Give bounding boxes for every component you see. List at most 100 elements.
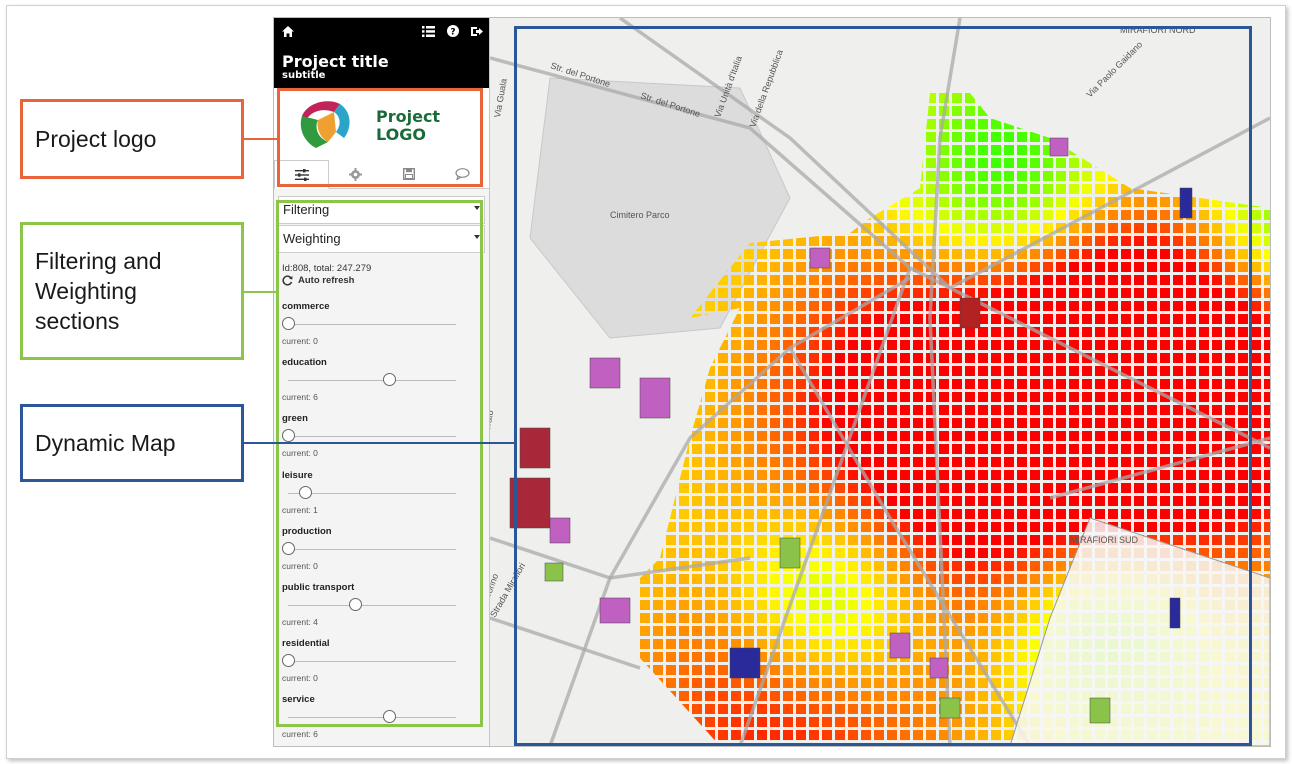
heatmap-cell	[1108, 379, 1118, 389]
heatmap-cell	[1082, 431, 1092, 441]
tab-settings[interactable]	[329, 160, 382, 188]
heatmap-cell	[718, 483, 728, 493]
heatmap-cell	[1056, 470, 1066, 480]
help-icon[interactable]: ?	[447, 24, 459, 42]
heatmap-cell	[965, 418, 975, 428]
heatmap-cell	[718, 535, 728, 545]
heatmap-cell	[1082, 262, 1092, 272]
map-building	[779, 537, 801, 569]
heatmap-cell	[848, 236, 858, 246]
logout-icon[interactable]	[471, 24, 483, 42]
list-icon[interactable]	[422, 24, 435, 42]
heatmap-cell	[1095, 119, 1105, 129]
heatmap-cell	[653, 691, 663, 701]
heatmap-cell	[679, 366, 689, 376]
heatmap-cell	[796, 288, 806, 298]
heatmap-cell	[1173, 470, 1183, 480]
tab-comments[interactable]	[436, 160, 489, 188]
heatmap-cell	[952, 236, 962, 246]
slider-thumb[interactable]	[382, 373, 396, 387]
heatmap-cell	[1199, 171, 1209, 181]
heatmap-cell	[1108, 392, 1118, 402]
weighting-section-header[interactable]: Weighting	[278, 225, 485, 253]
tab-filters[interactable]	[274, 160, 330, 189]
heatmap-cell	[991, 418, 1001, 428]
slider-track[interactable]	[288, 548, 456, 550]
heatmap-cell	[809, 483, 819, 493]
heatmap-cell	[1147, 496, 1157, 506]
heatmap-cell	[796, 626, 806, 636]
heatmap-cell	[1121, 431, 1131, 441]
heatmap-cell	[1173, 535, 1183, 545]
slider-track[interactable]	[288, 661, 456, 663]
heatmap-cell	[1173, 93, 1183, 103]
slider-track[interactable]	[288, 436, 456, 438]
home-icon[interactable]	[282, 24, 294, 42]
heatmap-cell	[874, 717, 884, 727]
slider-thumb[interactable]	[282, 654, 295, 668]
heatmap-cell	[783, 678, 793, 688]
heatmap-cell	[952, 730, 962, 740]
heatmap-cell	[1212, 132, 1222, 142]
slider-thumb[interactable]	[282, 317, 295, 330]
heatmap-cell	[1264, 197, 1270, 207]
slider-track[interactable]	[288, 717, 456, 719]
slider-track[interactable]	[288, 605, 456, 606]
slider-thumb[interactable]	[298, 485, 312, 499]
heatmap-cell	[705, 535, 715, 545]
heatmap-cell	[1004, 340, 1014, 350]
heatmap-cell	[757, 639, 767, 649]
heatmap-cell	[978, 717, 988, 727]
heatmap-cell	[835, 223, 845, 233]
heatmap-cell	[835, 301, 845, 311]
tab-save[interactable]	[383, 160, 436, 188]
heatmap-cell	[1069, 197, 1079, 207]
heatmap-cell	[1030, 613, 1040, 623]
heatmap-cell	[1069, 392, 1079, 402]
slider-thumb[interactable]	[349, 598, 363, 611]
slider-thumb[interactable]	[282, 429, 295, 443]
slider-track[interactable]	[288, 324, 456, 325]
heatmap-cell	[991, 145, 1001, 155]
heatmap-cell	[1199, 509, 1209, 519]
heatmap-cell	[900, 301, 910, 311]
heatmap-cell	[1134, 145, 1144, 155]
heatmap-cell	[1056, 431, 1066, 441]
heatmap-cell	[718, 457, 728, 467]
heatmap-cell	[822, 717, 832, 727]
heatmap-cell	[1225, 210, 1235, 220]
filtering-section-header[interactable]: Filtering	[278, 196, 485, 224]
heatmap-cell	[1134, 509, 1144, 519]
heatmap-cell	[1238, 249, 1248, 259]
heatmap-cell	[887, 106, 897, 116]
heatmap-cell	[1212, 171, 1222, 181]
heatmap-cell	[822, 145, 832, 155]
heatmap-cell	[1186, 353, 1196, 363]
heatmap-cell	[822, 626, 832, 636]
heatmap-cell	[1160, 509, 1170, 519]
heatmap-cell	[991, 288, 1001, 298]
heatmap-cell	[718, 509, 728, 519]
heatmap-cell	[1030, 431, 1040, 441]
heatmap-cell	[640, 548, 650, 558]
heatmap-cell	[1121, 483, 1131, 493]
heatmap-cell	[952, 535, 962, 545]
heatmap-cell	[887, 561, 897, 571]
heatmap-cell	[1095, 470, 1105, 480]
auto-refresh-toggle[interactable]: Auto refresh	[282, 275, 354, 286]
heatmap-cell	[1212, 379, 1222, 389]
map-canvas[interactable]: Str. del PortoneStr. del PortoneVia Gual…	[490, 18, 1270, 746]
heatmap-cell	[1017, 353, 1027, 363]
heatmap-cell	[1004, 236, 1014, 246]
slider-thumb[interactable]	[382, 710, 396, 724]
dynamic-map[interactable]: Str. del Portone Str. del Portone Via Gual…	[490, 18, 1270, 746]
slider-track[interactable]	[288, 380, 456, 382]
heatmap-cell	[718, 379, 728, 389]
slider-track[interactable]	[288, 492, 456, 494]
criterion-current: current: 0	[282, 673, 318, 684]
heatmap-cell	[1108, 509, 1118, 519]
slider-thumb[interactable]	[282, 541, 295, 555]
heatmap-cell	[770, 249, 780, 259]
heatmap-cell	[965, 483, 975, 493]
heatmap-cell	[835, 743, 845, 746]
